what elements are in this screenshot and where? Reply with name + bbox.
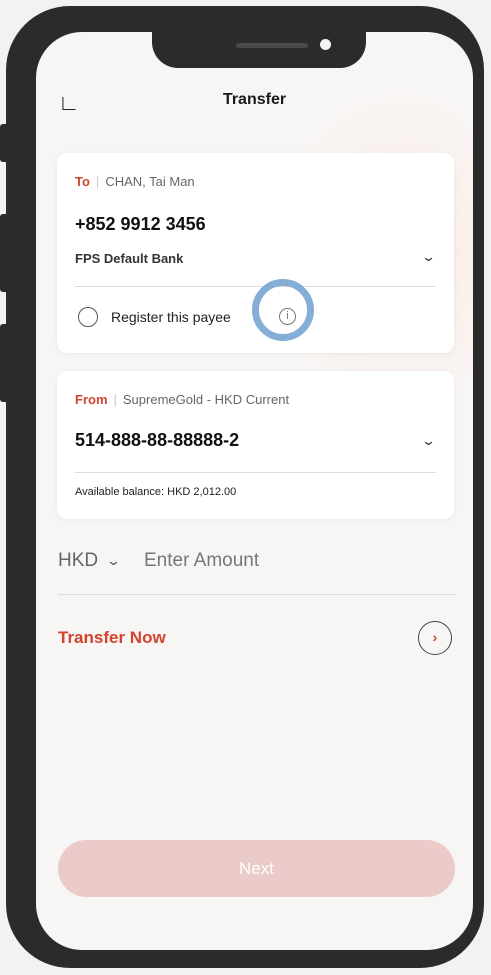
label-separator: | (113, 392, 117, 407)
to-label: To (75, 174, 90, 189)
label-separator: | (95, 174, 100, 189)
currency-select[interactable]: HKD (58, 550, 98, 572)
currency-chevron-icon[interactable]: ⌄ (106, 553, 121, 569)
phone-mute-switch (0, 124, 8, 162)
source-account-number: 514-888-88-88888-2 (75, 430, 240, 450)
phone-notch (152, 32, 366, 68)
payee-bank: FPS Default Bank (75, 251, 184, 266)
payee-card: To | CHAN, Tai Man +852 9912 3456 FPS Defa… (57, 153, 454, 353)
payee-label-row: To | CHAN, Tai Man (75, 174, 195, 189)
payee-divider (75, 286, 436, 287)
source-divider (75, 472, 436, 473)
next-button[interactable]: Next (58, 840, 455, 897)
account-dropdown-chevron-icon[interactable]: ⌄ (421, 433, 436, 449)
from-label: From (75, 392, 108, 407)
register-payee-label[interactable]: Register this payee (111, 309, 231, 325)
page-title: Transfer (222, 91, 287, 108)
app-screen: ∟ Transfer To | CHAN, Tai Man +852 9912 34… (36, 32, 473, 950)
bank-dropdown-chevron-icon[interactable]: ⌄ (421, 249, 436, 265)
stage: ∟ Transfer To | CHAN, Tai Man +852 9912 34… (0, 0, 491, 975)
source-account-card: From | SupremeGold - HKD Current 514-888-8… (57, 371, 454, 519)
payee-name: CHAN, Tai Man (105, 174, 195, 189)
amount-underline (58, 594, 455, 595)
phone-volume-down (0, 324, 8, 402)
payee-phone-number: +852 9912 3456 (75, 214, 206, 234)
front-camera (320, 39, 331, 50)
phone-volume-up (0, 214, 8, 292)
source-label-row: From | SupremeGold - HKD Current (75, 392, 289, 407)
app-header: ∟ Transfer (36, 88, 473, 118)
transfer-now-label[interactable]: Transfer Now (58, 628, 166, 648)
tap-highlight-ring (252, 279, 314, 341)
chevron-right-circle-icon[interactable]: › (418, 621, 452, 655)
speaker-grille (236, 43, 308, 48)
amount-row: HKD ⌄ (58, 550, 455, 576)
source-account-name: SupremeGold - HKD Current (122, 392, 290, 407)
available-balance: Available balance: HKD 2,012.00 (75, 486, 237, 498)
register-payee-radio[interactable] (78, 307, 98, 327)
amount-input[interactable] (144, 550, 444, 572)
